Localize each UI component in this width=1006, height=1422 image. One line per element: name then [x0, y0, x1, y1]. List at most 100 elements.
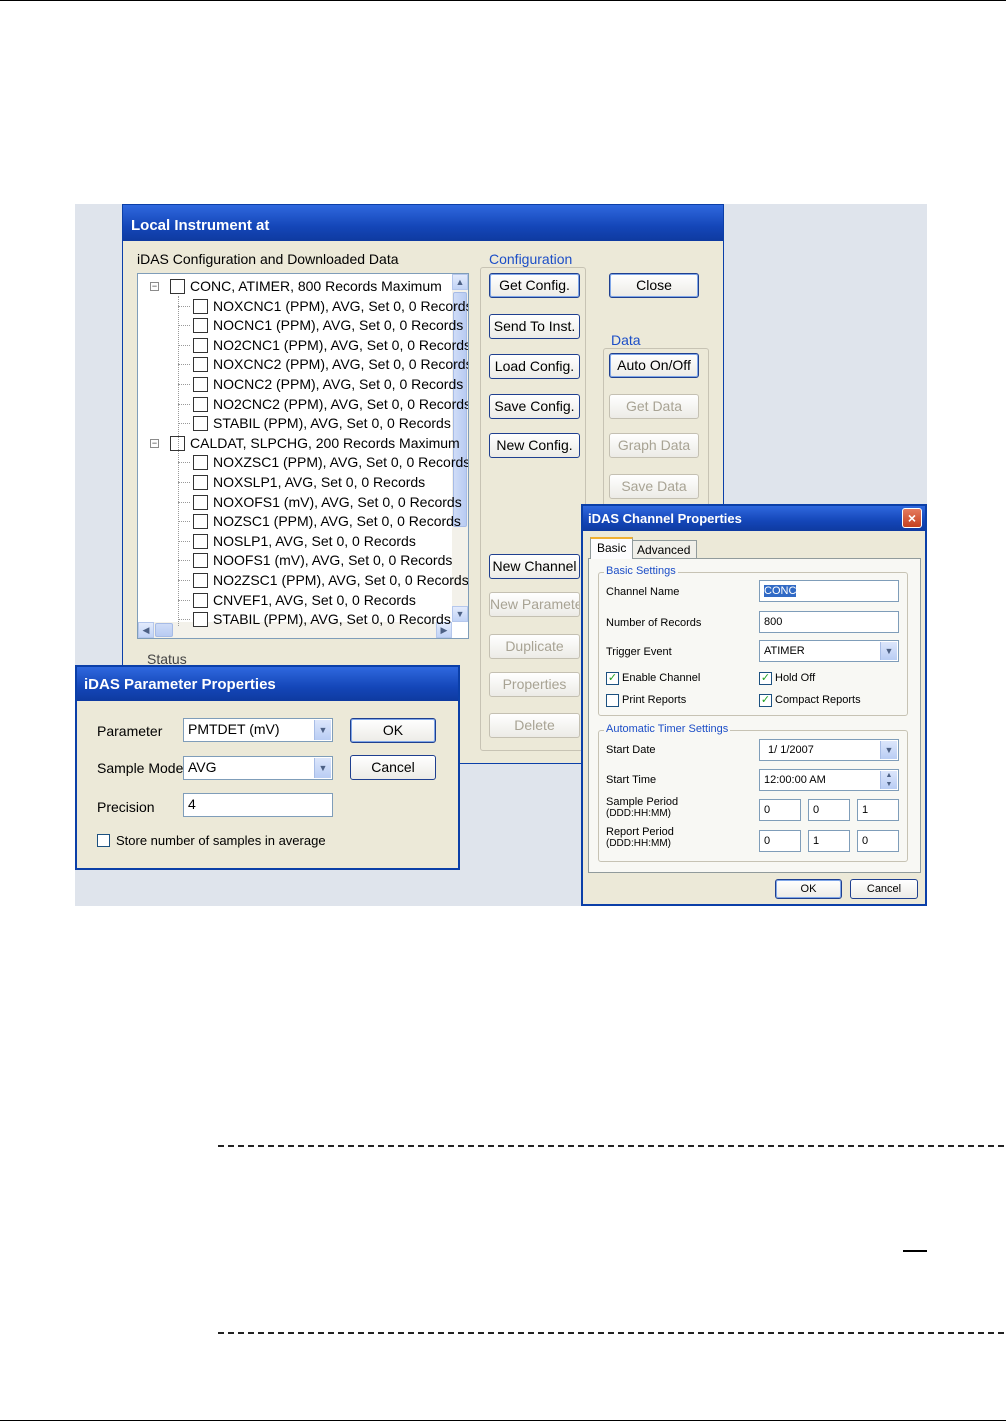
tree-checkbox[interactable]	[193, 612, 208, 628]
store-samples-checkbox[interactable]	[97, 834, 110, 847]
get-data-button[interactable]: Get Data	[609, 394, 699, 419]
print-reports-checkbox[interactable]	[606, 694, 619, 707]
tree-parameter-node[interactable]: NOXSLP1, AVG, Set 0, 0 Records	[193, 472, 425, 492]
tree-parameter-node[interactable]: NOCNC1 (PPM), AVG, Set 0, 0 Records	[193, 315, 463, 335]
compact-reports-checkbox[interactable]: ✓	[759, 694, 772, 707]
tree-parameter-node[interactable]: CNVEF1, AVG, Set 0, 0 Records	[193, 590, 416, 610]
tree-node-label: NOXZSC1 (PPM), AVG, Set 0, 0 Records	[213, 454, 469, 471]
enable-channel-checkbox[interactable]: ✓	[606, 672, 619, 685]
parameter-label: Parameter	[97, 723, 163, 739]
trigger-event-select[interactable]: ATIMER ▼	[759, 640, 899, 662]
get-config-button[interactable]: Get Config.	[489, 273, 580, 298]
collapse-minus-icon[interactable]: −	[150, 438, 159, 448]
channel-dialog-title-bar[interactable]: iDAS Channel Properties ×	[583, 506, 925, 531]
chevron-down-icon[interactable]: ▼	[880, 741, 897, 759]
precision-input[interactable]: 4	[183, 793, 333, 817]
param-dialog-title-bar[interactable]: iDAS Parameter Properties	[77, 667, 458, 701]
tree-connector-line	[178, 364, 190, 366]
parameter-select[interactable]: PMTDET (mV) ▼	[183, 718, 333, 742]
tree-checkbox[interactable]	[193, 533, 208, 549]
dashed-rule-bottom	[218, 1332, 1004, 1334]
tree-checkbox[interactable]	[193, 377, 208, 392]
auto-on-off-button[interactable]: Auto On/Off	[609, 353, 699, 378]
idas-config-tree[interactable]: ▲ ▼ ◀ ▶ CONC, ATIMER, 800 Records Maximu…	[137, 273, 469, 639]
tree-parameter-node[interactable]: STABIL (PPM), AVG, Set 0, 0 Records	[193, 413, 451, 433]
channel-name-input[interactable]: CONC	[759, 580, 899, 602]
chevron-down-icon[interactable]: ▼	[314, 758, 331, 778]
tab-basic[interactable]: Basic	[590, 537, 634, 559]
channel-ok-button[interactable]: OK	[775, 879, 842, 899]
sample-period-hours[interactable]: 0	[808, 799, 850, 821]
start-date-picker[interactable]: 1/ 1/2007 ▼	[759, 739, 899, 761]
tree-checkbox[interactable]	[193, 553, 208, 569]
tree-checkbox[interactable]	[193, 592, 208, 608]
tree-parameter-node[interactable]: NOCNC2 (PPM), AVG, Set 0, 0 Records	[193, 374, 463, 394]
tree-checkbox[interactable]	[193, 318, 208, 334]
start-date-label: Start Date	[606, 744, 656, 756]
tree-parameter-node[interactable]: NOXZSC1 (PPM), AVG, Set 0, 0 Records	[193, 452, 469, 472]
new-config-button[interactable]: New Config.	[489, 433, 580, 458]
save-config-button[interactable]: Save Config.	[489, 394, 580, 419]
param-cancel-button[interactable]: Cancel	[350, 755, 436, 780]
tree-parameter-node[interactable]: NOOFS1 (mV), AVG, Set 0, 0 Records	[193, 550, 452, 570]
tree-connector-line	[178, 296, 179, 626]
scroll-up-arrow-icon[interactable]: ▲	[452, 274, 468, 290]
tree-checkbox[interactable]	[193, 494, 208, 510]
num-records-value: 800	[764, 616, 783, 628]
duplicate-button[interactable]: Duplicate	[489, 634, 580, 659]
tree-parameter-node[interactable]: NOXCNC1 (PPM), AVG, Set 0, 0 Records	[193, 296, 468, 316]
close-icon[interactable]: ×	[902, 508, 922, 528]
horizontal-scroll-thumb[interactable]	[155, 623, 173, 637]
tree-parameter-node[interactable]: STABIL (PPM), AVG, Set 0, 0 Records	[193, 609, 451, 629]
tree-checkbox[interactable]	[193, 573, 208, 588]
properties-button[interactable]: Properties	[489, 672, 580, 697]
tree-parameter-node[interactable]: NO2CNC1 (PPM), AVG, Set 0, 0 Records	[193, 335, 468, 355]
new-channel-button[interactable]: New Channel	[489, 554, 580, 579]
param-ok-button[interactable]: OK	[350, 718, 436, 743]
store-samples-label: Store number of samples in average	[116, 833, 326, 848]
tree-checkbox[interactable]	[193, 455, 208, 471]
tree-checkbox[interactable]	[193, 475, 208, 490]
tree-parameter-node[interactable]: NO2ZSC1 (PPM), AVG, Set 0, 0 Records	[193, 570, 468, 590]
sample-period-days[interactable]: 0	[759, 799, 801, 821]
tree-parameter-node[interactable]: NOXOFS1 (mV), AVG, Set 0, 0 Records	[193, 492, 462, 512]
scroll-down-arrow-icon[interactable]: ▼	[452, 606, 468, 622]
report-period-minutes[interactable]: 0	[857, 830, 899, 852]
tree-checkbox[interactable]	[193, 396, 208, 412]
tree-channel-node[interactable]: CALDAT, SLPCHG, 200 Records Maximum	[170, 433, 460, 453]
send-to-inst-button[interactable]: Send To Inst.	[489, 314, 580, 339]
num-records-input[interactable]: 800	[759, 611, 899, 633]
scroll-left-arrow-icon[interactable]: ◀	[138, 622, 154, 638]
sample-mode-select[interactable]: AVG ▼	[183, 756, 333, 780]
main-title-bar[interactable]: Local Instrument at	[123, 205, 723, 241]
report-period-hours[interactable]: 1	[808, 830, 850, 852]
save-data-button[interactable]: Save Data	[609, 474, 699, 499]
tree-checkbox[interactable]	[193, 514, 208, 530]
tree-checkbox[interactable]	[193, 337, 208, 353]
tree-parameter-node[interactable]: NOSLP1, AVG, Set 0, 0 Records	[193, 531, 416, 551]
sample-period-minutes[interactable]: 1	[857, 799, 899, 821]
channel-cancel-button[interactable]: Cancel	[850, 879, 918, 899]
tree-checkbox[interactable]	[193, 298, 208, 314]
tree-checkbox[interactable]	[193, 416, 208, 432]
sample-mode-label: Sample Mode	[97, 760, 184, 776]
load-config-button[interactable]: Load Config.	[489, 354, 580, 379]
tree-parameter-node[interactable]: NO2CNC2 (PPM), AVG, Set 0, 0 Records	[193, 394, 468, 414]
collapse-minus-icon[interactable]: −	[150, 282, 159, 291]
tree-checkbox[interactable]	[170, 279, 185, 294]
spinner-arrows-icon[interactable]: ▲ ▼	[880, 771, 897, 789]
new-parameter-button[interactable]: New Parameter	[489, 592, 580, 617]
delete-button[interactable]: Delete	[489, 713, 580, 738]
tree-parameter-node[interactable]: NOZSC1 (PPM), AVG, Set 0, 0 Records	[193, 511, 461, 531]
graph-data-button[interactable]: Graph Data	[609, 433, 699, 458]
tree-checkbox[interactable]	[193, 357, 208, 373]
tree-parameter-node[interactable]: NOXCNC2 (PPM), AVG, Set 0, 0 Records	[193, 354, 468, 374]
close-button[interactable]: Close	[609, 273, 699, 298]
start-time-spinner[interactable]: 12:00:00 AM ▲ ▼	[759, 769, 899, 791]
tab-advanced[interactable]: Advanced	[630, 540, 698, 558]
chevron-down-icon[interactable]: ▼	[880, 642, 897, 660]
chevron-down-icon[interactable]: ▼	[314, 720, 331, 740]
hold-off-checkbox[interactable]: ✓	[759, 672, 772, 685]
tree-channel-node[interactable]: CONC, ATIMER, 800 Records Maximum	[170, 276, 442, 296]
report-period-days[interactable]: 0	[759, 830, 801, 852]
